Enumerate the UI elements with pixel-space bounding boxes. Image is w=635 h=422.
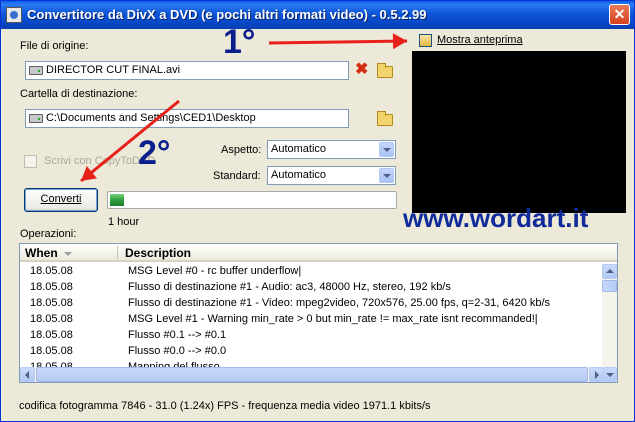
main-window: Convertitore da DivX a DVD (e pochi altr… bbox=[0, 0, 635, 422]
drive-icon bbox=[29, 66, 43, 75]
log-description: Flusso di destinazione #1 - Audio: ac3, … bbox=[128, 281, 451, 293]
arrow-to-preview-shaft bbox=[268, 39, 408, 45]
source-file-field[interactable]: DIRECTOR CUT FINAL.avi bbox=[25, 61, 349, 80]
preview-checkbox[interactable] bbox=[419, 34, 432, 47]
column-when[interactable]: When bbox=[25, 246, 72, 260]
time-remaining: 1 hour bbox=[108, 216, 140, 228]
convert-button[interactable]: Converti bbox=[24, 188, 98, 212]
scroll-up-icon[interactable] bbox=[602, 264, 617, 279]
progress-bar bbox=[107, 191, 397, 209]
horizontal-scrollbar[interactable] bbox=[20, 367, 604, 382]
hscroll-thumb[interactable] bbox=[36, 367, 588, 382]
aspect-value: Automatico bbox=[271, 143, 327, 155]
status-text: codifica fotogramma 7846 - 31.0 (1.24x) … bbox=[19, 400, 431, 412]
log-when: 18.05.08 bbox=[30, 297, 73, 309]
title-bar[interactable]: Convertitore da DivX a DVD (e pochi altr… bbox=[1, 1, 634, 29]
operations-label: Operazioni: bbox=[20, 228, 77, 240]
column-description[interactable]: Description bbox=[125, 246, 191, 260]
log-description: Flusso di destinazione #1 - Video: mpeg2… bbox=[128, 297, 551, 309]
window-title: Convertitore da DivX a DVD (e pochi altr… bbox=[27, 7, 427, 22]
log-description: Flusso #0.1 --> #0.1 bbox=[128, 329, 227, 341]
destination-label: Cartella di destinazione: bbox=[20, 88, 138, 100]
standard-value: Automatico bbox=[271, 169, 327, 181]
browse-source-folder-icon[interactable] bbox=[377, 63, 393, 78]
standard-select[interactable]: Automatico bbox=[267, 166, 396, 185]
annotation-step-1: 1° bbox=[223, 23, 256, 61]
aspect-select[interactable]: Automatico bbox=[267, 140, 396, 159]
operations-log[interactable]: When Description 18.05.08 MSG Level #0 - … bbox=[19, 243, 618, 383]
destination-folder-value: C:\Documents and Settings\CED1\Desktop bbox=[46, 112, 256, 124]
scroll-down-icon[interactable] bbox=[602, 367, 617, 382]
log-row[interactable]: 18.05.08 Flusso #0.1 --> #0.1 bbox=[20, 328, 604, 344]
log-row[interactable]: 18.05.08 MSG Level #1 - Warning min_rate … bbox=[20, 312, 604, 328]
sort-down-icon bbox=[63, 251, 72, 256]
scroll-right-icon[interactable] bbox=[589, 367, 604, 382]
close-button[interactable]: ✕ bbox=[609, 4, 630, 25]
log-when: 18.05.08 bbox=[30, 265, 73, 277]
scroll-left-icon[interactable] bbox=[20, 367, 35, 382]
arrow-to-preview-head bbox=[392, 33, 407, 50]
aspect-label: Aspetto: bbox=[221, 144, 262, 156]
chevron-down-icon[interactable] bbox=[379, 168, 394, 183]
browse-destination-folder-icon[interactable] bbox=[377, 111, 393, 126]
chevron-down-icon[interactable] bbox=[379, 142, 394, 157]
vertical-scrollbar[interactable] bbox=[602, 264, 617, 382]
annotation-step-2: 2° bbox=[138, 134, 171, 172]
progress-fill bbox=[110, 194, 124, 206]
burn-checkbox[interactable] bbox=[24, 155, 37, 168]
log-when: 18.05.08 bbox=[30, 281, 73, 293]
log-description: MSG Level #0 - rc buffer underflow| bbox=[128, 265, 302, 277]
column-separator[interactable] bbox=[117, 246, 118, 259]
preview-label[interactable]: Mostra anteprima bbox=[437, 34, 523, 46]
log-row[interactable]: 18.05.08 Flusso di destinazione #1 - Audi… bbox=[20, 280, 604, 296]
scroll-thumb[interactable] bbox=[602, 280, 617, 292]
log-description: MSG Level #1 - Warning min_rate > 0 but … bbox=[128, 313, 538, 325]
video-preview bbox=[412, 51, 626, 213]
clear-source-icon[interactable]: ✖ bbox=[355, 62, 368, 78]
log-row[interactable]: 18.05.08 Flusso #0.0 --> #0.0 bbox=[20, 344, 604, 360]
arrow-to-convert-head bbox=[81, 165, 97, 181]
standard-label: Standard: bbox=[213, 170, 261, 182]
watermark-text: www.wordart.it bbox=[403, 203, 589, 233]
app-icon bbox=[6, 7, 22, 23]
log-header: When Description bbox=[20, 244, 617, 262]
log-rows: 18.05.08 MSG Level #0 - rc buffer underfl… bbox=[20, 264, 604, 376]
log-when: 18.05.08 bbox=[30, 345, 73, 357]
drive-icon bbox=[29, 114, 43, 123]
source-label: File di origine: bbox=[20, 40, 89, 52]
log-description: Flusso #0.0 --> #0.0 bbox=[128, 345, 227, 357]
log-row[interactable]: 18.05.08 MSG Level #0 - rc buffer underfl… bbox=[20, 264, 604, 280]
log-when: 18.05.08 bbox=[30, 329, 73, 341]
source-file-value: DIRECTOR CUT FINAL.avi bbox=[46, 64, 181, 76]
log-when: 18.05.08 bbox=[30, 313, 73, 325]
log-row[interactable]: 18.05.08 Flusso di destinazione #1 - Vide… bbox=[20, 296, 604, 312]
destination-folder-field[interactable]: C:\Documents and Settings\CED1\Desktop bbox=[25, 109, 349, 128]
